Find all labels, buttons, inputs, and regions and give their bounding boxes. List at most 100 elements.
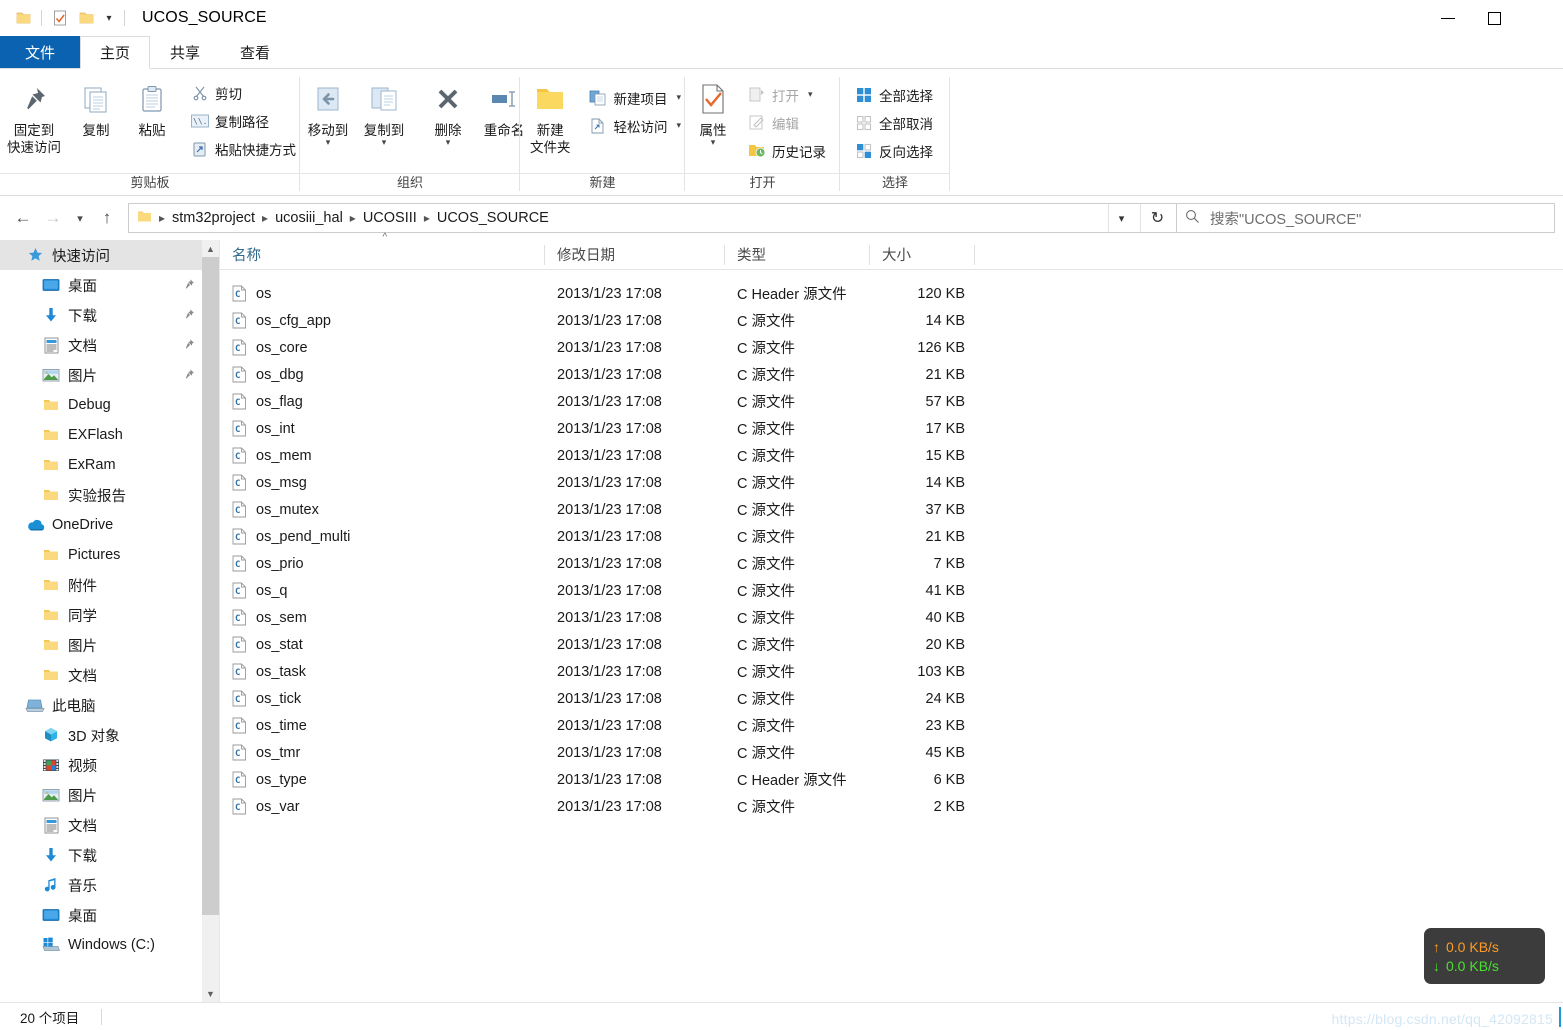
new-folder-button[interactable]: 新建 文件夹 — [520, 77, 580, 156]
table-row[interactable]: Cos_cfg_app 2013/1/23 17:08 C 源文件 14 KB — [220, 307, 1563, 334]
easy-access-button[interactable]: 轻松访问 ▾ — [584, 113, 685, 138]
chevron-down-icon[interactable]: ▾ — [808, 89, 813, 100]
sidebar-item-下载[interactable]: 下载 — [0, 840, 219, 870]
table-row[interactable]: Cos_var 2013/1/23 17:08 C 源文件 2 KB — [220, 793, 1563, 820]
sidebar-item-此电脑[interactable]: 此电脑 — [0, 690, 219, 720]
scrollbar-thumb[interactable] — [202, 257, 219, 915]
sidebar-item-附件[interactable]: 附件 — [0, 570, 219, 600]
sidebar-item-图片[interactable]: 图片 — [0, 630, 219, 660]
minimize-button[interactable] — [1425, 0, 1471, 36]
column-header-size[interactable]: 大小 — [870, 240, 975, 270]
history-button[interactable]: 历史记录 — [743, 138, 830, 163]
chevron-down-icon[interactable]: ▾ — [446, 138, 451, 147]
sidebar-item-快速访问[interactable]: 快速访问 — [0, 240, 219, 270]
breadcrumb-item-0[interactable]: stm32project — [168, 210, 259, 226]
breadcrumb[interactable]: ▸ stm32project ▸ ucosiii_hal ▸ UCOSIII ▸… — [128, 203, 1177, 233]
sidebar-item-图片[interactable]: 图片 — [0, 780, 219, 810]
recent-locations-icon[interactable]: ▾ — [68, 203, 92, 233]
forward-arrow-icon[interactable]: → — [38, 203, 68, 233]
sidebar-item-文档[interactable]: 文档 — [0, 660, 219, 690]
close-button[interactable] — [1517, 0, 1563, 36]
new-item-button[interactable]: 新建项目 ▾ — [584, 85, 685, 110]
up-arrow-icon[interactable]: ↑ — [92, 203, 122, 233]
chevron-down-icon[interactable]: ▾ — [1108, 204, 1134, 232]
paste-shortcut-button[interactable]: 粘贴快捷方式 — [186, 136, 300, 161]
table-row[interactable]: Cos_int 2013/1/23 17:08 C 源文件 17 KB — [220, 415, 1563, 442]
pin-icon[interactable] — [183, 278, 195, 293]
column-header-name[interactable]: 名称 ^ — [220, 232, 545, 270]
properties-check-icon[interactable] — [47, 5, 73, 31]
sidebar-scrollbar[interactable]: ▲ ▼ — [202, 240, 219, 1002]
refresh-icon[interactable]: ↻ — [1140, 204, 1174, 232]
chevron-down-icon[interactable]: ▾ — [382, 138, 387, 147]
pin-icon[interactable] — [183, 368, 195, 383]
table-row[interactable]: Cos_pend_multi 2013/1/23 17:08 C 源文件 21 KB — [220, 523, 1563, 550]
properties-button[interactable]: 属性 ▾ — [685, 77, 741, 147]
paste-button[interactable]: 粘贴 — [124, 77, 180, 139]
pin-icon[interactable] — [183, 338, 195, 353]
customize-caret-icon[interactable]: ▾ — [99, 13, 119, 24]
move-to-button[interactable]: 移动到 ▾ — [300, 77, 356, 147]
table-row[interactable]: Cos_stat 2013/1/23 17:08 C 源文件 20 KB — [220, 631, 1563, 658]
column-header-date[interactable]: 修改日期 — [545, 240, 725, 270]
maximize-button[interactable] — [1471, 0, 1517, 36]
sidebar-item-视频[interactable]: 视频 — [0, 750, 219, 780]
tab-share[interactable]: 共享 — [150, 36, 220, 68]
sidebar-item-文档[interactable]: 文档 — [0, 330, 219, 360]
copy-button[interactable]: 复制 — [68, 77, 124, 139]
breadcrumb-item-2[interactable]: UCOSIII — [359, 210, 421, 226]
table-row[interactable]: Cos_msg 2013/1/23 17:08 C 源文件 14 KB — [220, 469, 1563, 496]
sidebar-item-exflash[interactable]: EXFlash — [0, 420, 219, 450]
sidebar-item-文档[interactable]: 文档 — [0, 810, 219, 840]
open-button[interactable]: 打开 ▾ — [743, 82, 830, 107]
sidebar-item-图片[interactable]: 图片 — [0, 360, 219, 390]
table-row[interactable]: Cos_tick 2013/1/23 17:08 C 源文件 24 KB — [220, 685, 1563, 712]
table-row[interactable]: Cos_q 2013/1/23 17:08 C 源文件 41 KB — [220, 577, 1563, 604]
back-arrow-icon[interactable]: ← — [8, 203, 38, 233]
table-row[interactable]: Cos_task 2013/1/23 17:08 C 源文件 103 KB — [220, 658, 1563, 685]
select-all-button[interactable]: 全部选择 — [850, 82, 937, 107]
column-header-type[interactable]: 类型 — [725, 240, 870, 270]
scroll-up-arrow-icon[interactable]: ▲ — [202, 240, 219, 257]
table-row[interactable]: Cos_type 2013/1/23 17:08 C Header 源文件 6 KB — [220, 766, 1563, 793]
table-row[interactable]: Cos_dbg 2013/1/23 17:08 C 源文件 21 KB — [220, 361, 1563, 388]
invert-selection-button[interactable]: 反向选择 — [850, 138, 937, 163]
table-row[interactable]: Cos_prio 2013/1/23 17:08 C 源文件 7 KB — [220, 550, 1563, 577]
sidebar-item-exram[interactable]: ExRam — [0, 450, 219, 480]
breadcrumb-item-1[interactable]: ucosiii_hal — [271, 210, 347, 226]
table-row[interactable]: Cos_core 2013/1/23 17:08 C 源文件 126 KB — [220, 334, 1563, 361]
copy-path-button[interactable]: \\.. 复制路径 — [186, 108, 300, 133]
sidebar-item-windows-(c:)[interactable]: Windows (C:) — [0, 930, 219, 960]
pin-to-quick-access-button[interactable]: 固定到 快速访问 — [0, 77, 68, 156]
tab-file[interactable]: 文件 — [0, 36, 81, 68]
scroll-down-arrow-icon[interactable]: ▼ — [202, 985, 219, 1002]
table-row[interactable]: Cos_time 2013/1/23 17:08 C 源文件 23 KB — [220, 712, 1563, 739]
breadcrumb-item-3[interactable]: UCOS_SOURCE — [433, 210, 553, 226]
sidebar-item-桌面[interactable]: 桌面 — [0, 900, 219, 930]
folder-icon[interactable] — [10, 5, 36, 31]
delete-button[interactable]: 删除 ▾ — [420, 77, 476, 147]
table-row[interactable]: Cos_tmr 2013/1/23 17:08 C 源文件 45 KB — [220, 739, 1563, 766]
sidebar-item-debug[interactable]: Debug — [0, 390, 219, 420]
sidebar-item-pictures[interactable]: Pictures — [0, 540, 219, 570]
sidebar-item-下载[interactable]: 下载 — [0, 300, 219, 330]
network-speed-widget[interactable]: ↑ 0.0 KB/s ↓ 0.0 KB/s — [1424, 928, 1545, 984]
pin-icon[interactable] — [183, 308, 195, 323]
chevron-down-icon[interactable]: ▾ — [676, 120, 681, 131]
chevron-down-icon[interactable]: ▾ — [711, 138, 716, 147]
table-row[interactable]: Cos_mem 2013/1/23 17:08 C 源文件 15 KB — [220, 442, 1563, 469]
chevron-down-icon[interactable]: ▾ — [326, 138, 331, 147]
edit-button[interactable]: 编辑 — [743, 110, 830, 135]
tab-view[interactable]: 查看 — [220, 36, 290, 68]
tab-home[interactable]: 主页 — [80, 36, 151, 69]
sidebar-item-同学[interactable]: 同学 — [0, 600, 219, 630]
copy-to-button[interactable]: 复制到 ▾ — [356, 77, 412, 147]
search-box[interactable]: 搜索"UCOS_SOURCE" — [1177, 203, 1555, 233]
chevron-down-icon[interactable]: ▾ — [676, 92, 681, 103]
sidebar-item-onedrive[interactable]: OneDrive — [0, 510, 219, 540]
sidebar-item-3d-对象[interactable]: 3D 对象 — [0, 720, 219, 750]
table-row[interactable]: Cos 2013/1/23 17:08 C Header 源文件 120 KB — [220, 280, 1563, 307]
table-row[interactable]: Cos_sem 2013/1/23 17:08 C 源文件 40 KB — [220, 604, 1563, 631]
sidebar-item-桌面[interactable]: 桌面 — [0, 270, 219, 300]
table-row[interactable]: Cos_flag 2013/1/23 17:08 C 源文件 57 KB — [220, 388, 1563, 415]
